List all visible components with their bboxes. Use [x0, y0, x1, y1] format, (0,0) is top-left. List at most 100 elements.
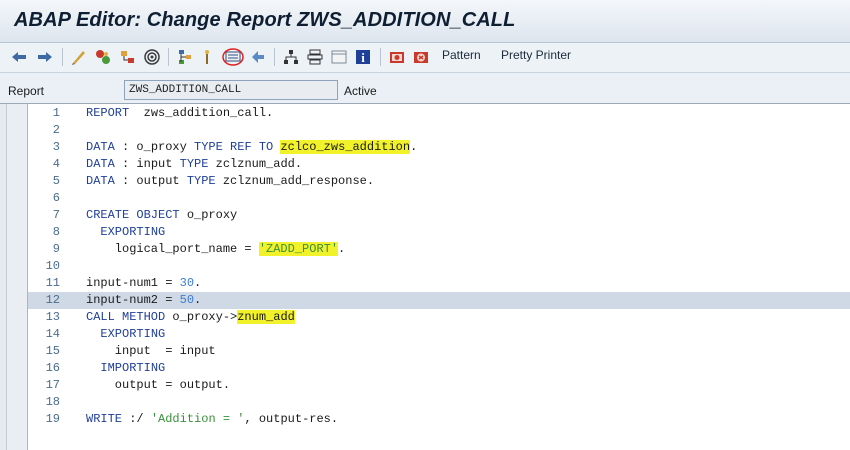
arrow-right-icon[interactable] [36, 47, 54, 67]
code-token: : output [114, 174, 187, 188]
line-number: 19 [45, 412, 60, 426]
report-label: Report [8, 84, 45, 98]
code-token: TYPE [186, 174, 216, 188]
code-token: 'Addition = ' [150, 412, 245, 426]
code-token: . [194, 293, 202, 307]
code-token: logical_port_name = [86, 242, 259, 256]
title-bar: ABAP Editor: Change Report ZWS_ADDITION_… [0, 0, 850, 43]
line-number: 5 [52, 174, 60, 188]
code-token: zws_addition_call. [129, 106, 274, 120]
code-text: DATA : output TYPE zclznum_add_response. [86, 173, 374, 190]
code-token: DATA [86, 140, 115, 154]
highlighted-token: zclco_zws_addition [280, 140, 411, 154]
check-syntax-icon[interactable] [70, 47, 88, 67]
code-token: IMPORTING [100, 361, 166, 375]
activate-icon[interactable] [94, 47, 112, 67]
object-tree-icon[interactable] [119, 47, 137, 67]
code-line[interactable]: 7 CREATE OBJECT o_proxy [28, 207, 850, 224]
status-text: Active [344, 84, 377, 98]
toolbar-separator [62, 48, 63, 66]
line-number: 2 [52, 123, 60, 137]
toolbar-separator [274, 48, 275, 66]
code-line[interactable]: 11 input-num1 = 30. [28, 275, 850, 292]
line-number: 15 [45, 344, 60, 358]
toolbar-separator [380, 48, 381, 66]
code-token: o_proxy [179, 208, 238, 222]
watchpoint-icon[interactable] [412, 47, 430, 67]
code-line[interactable]: 5 DATA : output TYPE zclznum_add_response… [28, 173, 850, 190]
code-token: EXPORTING [100, 327, 166, 341]
line-number: 9 [52, 242, 60, 256]
display-object-list-icon[interactable] [176, 47, 194, 67]
code-line[interactable]: 9 logical_port_name = 'ZADD_PORT'. [28, 241, 850, 258]
code-line[interactable]: 2 [28, 122, 850, 139]
arrow-left-icon[interactable] [10, 47, 28, 67]
split-screen-icon[interactable] [249, 47, 267, 67]
pretty-printer-button[interactable]: Pretty Printer [501, 48, 571, 62]
line-number: 17 [45, 378, 60, 392]
code-token: . [194, 276, 202, 290]
line-number: 12 [45, 293, 60, 307]
code-text: output = output. [86, 377, 230, 394]
code-text: IMPORTING [86, 360, 165, 377]
window-title: ABAP Editor: Change Report ZWS_ADDITION_… [14, 9, 516, 31]
code-line[interactable]: 1 REPORT zws_addition_call. [28, 105, 850, 122]
line-number: 1 [52, 106, 60, 120]
code-token: input-num2 = [86, 293, 180, 307]
pattern-insert-icon[interactable] [222, 47, 244, 67]
highlighted-token: 'ZADD_PORT' [258, 242, 339, 256]
editor-left-margin [0, 104, 7, 450]
code-line[interactable]: 12 input-num2 = 50. [28, 292, 850, 309]
hierarchy-icon[interactable] [282, 47, 300, 67]
code-area[interactable]: 1 REPORT zws_addition_call. 2 3 DATA : o_pro… [28, 104, 850, 450]
code-line[interactable]: 13 CALL METHOD o_proxy->znum_add [28, 309, 850, 326]
code-line[interactable]: 8 EXPORTING [28, 224, 850, 241]
line-number: 14 [45, 327, 60, 341]
code-line[interactable]: 18 [28, 394, 850, 411]
code-token: REPORT [86, 106, 130, 120]
layout-icon[interactable] [330, 47, 348, 67]
code-line[interactable]: 17 output = output. [28, 377, 850, 394]
code-line[interactable]: 14 EXPORTING [28, 326, 850, 343]
code-token: , output-res. [244, 412, 339, 426]
code-text: CALL METHOD o_proxy->znum_add [86, 309, 295, 326]
code-text: REPORT zws_addition_call. [86, 105, 273, 122]
svg-text:i: i [361, 50, 365, 65]
report-name-field[interactable]: ZWS_ADDITION_CALL [124, 80, 338, 100]
breakpoint-icon[interactable] [388, 47, 406, 67]
code-text: EXPORTING [86, 326, 165, 343]
line-number: 8 [52, 225, 60, 239]
code-token: CALL METHOD [86, 310, 166, 324]
code-token: EXPORTING [100, 225, 166, 239]
where-used-icon[interactable] [143, 47, 161, 67]
line-number: 7 [52, 208, 60, 222]
code-editor[interactable]: 1 REPORT zws_addition_call. 2 3 DATA : o_pro… [0, 103, 850, 450]
code-line[interactable]: 15 input = input [28, 343, 850, 360]
line-number: 10 [45, 259, 60, 273]
code-line[interactable]: 16 IMPORTING [28, 360, 850, 377]
code-line[interactable]: 19 WRITE :/ 'Addition = ', output-res. [28, 411, 850, 428]
code-text: input = input [86, 343, 216, 360]
info-icon[interactable]: i [354, 47, 372, 67]
editor-gutter [7, 104, 28, 450]
code-line[interactable]: 10 [28, 258, 850, 275]
line-number: 13 [45, 310, 60, 324]
code-text: DATA : input TYPE zclznum_add. [86, 156, 302, 173]
block-icon[interactable] [306, 47, 324, 67]
line-number: 4 [52, 157, 60, 171]
code-line[interactable]: 3 DATA : o_proxy TYPE REF TO zclco_zws_ad… [28, 139, 850, 156]
report-field-row: Report ZWS_ADDITION_CALL Active [0, 80, 850, 102]
highlighted-token: znum_add [237, 310, 295, 324]
code-line[interactable]: 4 DATA : input TYPE zclznum_add. [28, 156, 850, 173]
code-token: DATA [86, 174, 115, 188]
line-number: 16 [45, 361, 60, 375]
code-text: input-num1 = 30. [86, 275, 201, 292]
code-line[interactable]: 6 [28, 190, 850, 207]
code-token: . [410, 140, 418, 154]
navigation-window-icon[interactable] [200, 47, 214, 67]
pattern-button[interactable]: Pattern [442, 48, 481, 62]
line-number: 11 [45, 276, 60, 290]
code-text: EXPORTING [86, 224, 165, 241]
toolbar-separator [168, 48, 169, 66]
